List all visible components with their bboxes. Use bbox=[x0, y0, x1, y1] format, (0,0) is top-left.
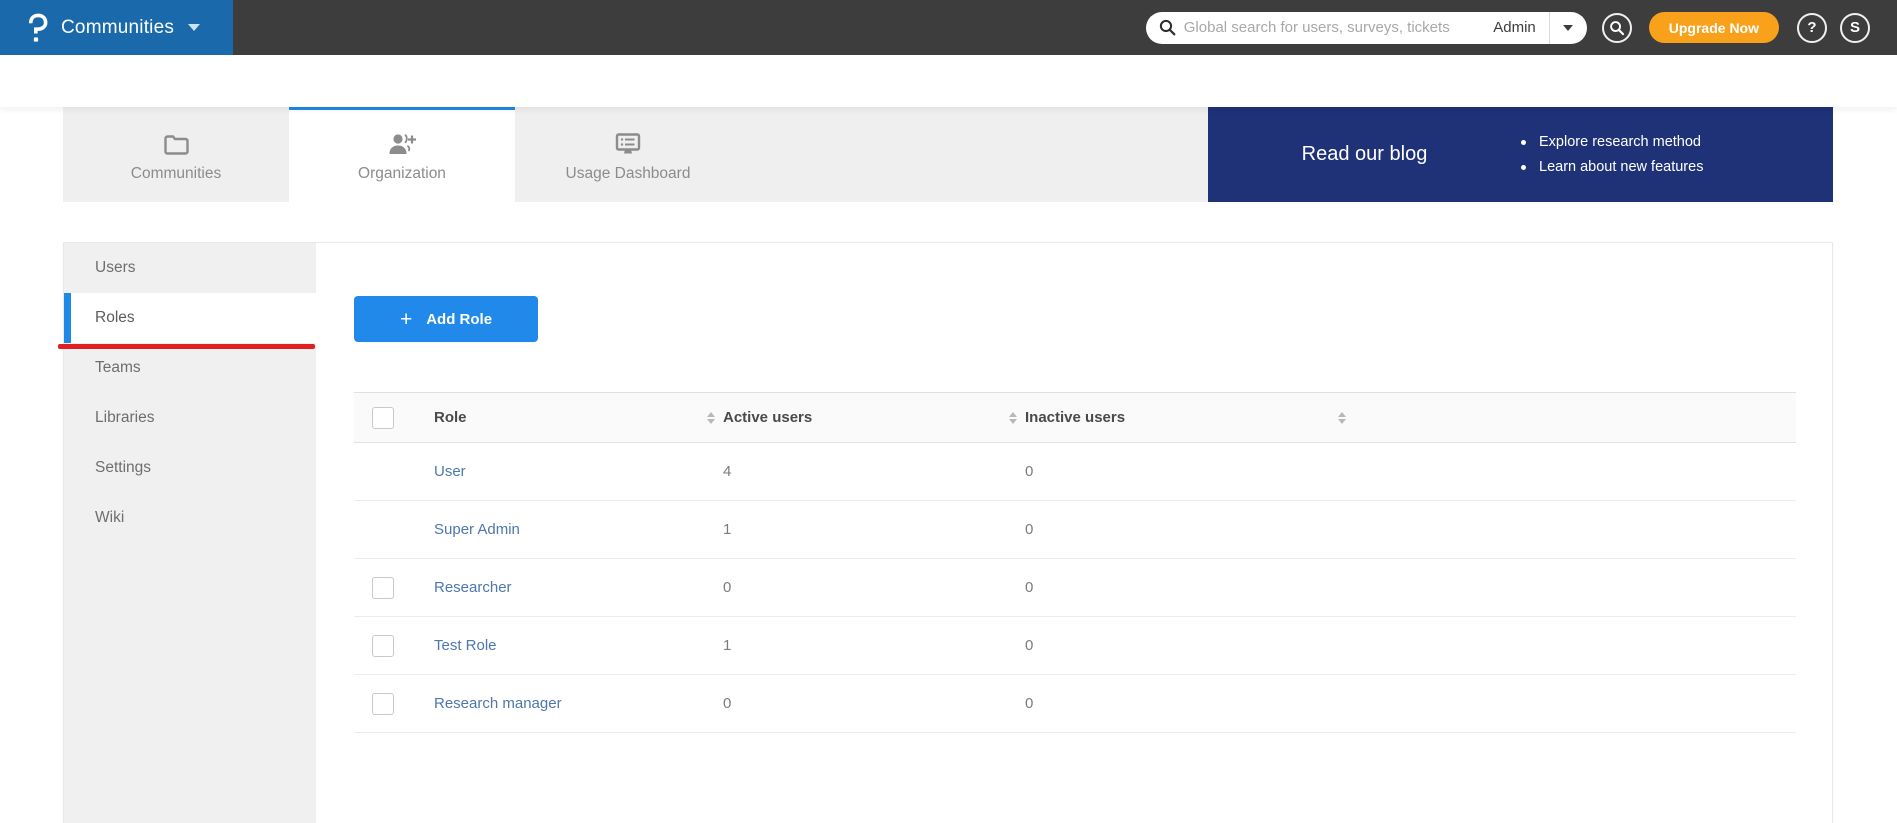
avatar[interactable]: S bbox=[1840, 12, 1870, 43]
active-users-count: 1 bbox=[723, 637, 732, 654]
banner-bullet-list: Explore research method Learn about new … bbox=[1521, 134, 1833, 175]
search-scope-dropdown[interactable] bbox=[1550, 12, 1587, 44]
role-link[interactable]: Researcher bbox=[434, 579, 512, 596]
roles-content: + Add Role Role Active users Inactive us… bbox=[316, 243, 1832, 823]
sidebar-item-label: Teams bbox=[95, 359, 141, 376]
sidebar-item-libraries[interactable]: Libraries bbox=[64, 393, 316, 443]
sidebar-item-users[interactable]: Users bbox=[64, 243, 316, 293]
inactive-users-count: 0 bbox=[1025, 695, 1034, 712]
role-link[interactable]: Test Role bbox=[434, 637, 497, 654]
add-role-button[interactable]: + Add Role bbox=[354, 296, 538, 342]
bullet-dot bbox=[1521, 164, 1526, 170]
bullet-text: Learn about new features bbox=[1539, 159, 1704, 175]
global-search: Admin bbox=[1145, 11, 1587, 44]
sidebar-item-wiki[interactable]: Wiki bbox=[64, 493, 316, 543]
role-link[interactable]: Super Admin bbox=[434, 521, 520, 538]
table-row: Test Role 1 0 bbox=[354, 617, 1796, 675]
sort-icon[interactable] bbox=[707, 411, 715, 424]
tab-communities[interactable]: Communities bbox=[63, 107, 289, 202]
active-users-count: 1 bbox=[723, 521, 732, 538]
table-row: User 4 0 bbox=[354, 443, 1796, 501]
tab-label: Organization bbox=[358, 164, 446, 182]
row-checkbox[interactable] bbox=[372, 576, 394, 599]
sidebar-item-settings[interactable]: Settings bbox=[64, 443, 316, 493]
bullet-text: Explore research method bbox=[1539, 134, 1701, 150]
tab-organization[interactable]: Organization bbox=[289, 107, 515, 202]
column-header-active-users: Active users bbox=[723, 409, 813, 426]
row-checkbox[interactable] bbox=[372, 692, 394, 715]
table-row: Super Admin 1 0 bbox=[354, 501, 1796, 559]
sidebar-item-label: Wiki bbox=[95, 509, 125, 526]
sidebar-item-teams[interactable]: Teams bbox=[64, 343, 316, 393]
search-submit-button[interactable] bbox=[1601, 12, 1632, 43]
banner-bullet: Explore research method bbox=[1521, 134, 1803, 150]
sidebar-item-label: Settings bbox=[95, 459, 152, 476]
settings-sidebar: Users Roles Teams Libraries Settings Wik… bbox=[58, 243, 316, 823]
upgrade-now-button[interactable]: Upgrade Now bbox=[1648, 12, 1779, 43]
brand-communities-dropdown[interactable]: Communities bbox=[0, 0, 233, 55]
dashboard-icon bbox=[614, 130, 642, 156]
brand-logo-icon bbox=[28, 13, 48, 42]
sidebar-item-label: Users bbox=[95, 259, 136, 276]
top-bar: Communities Admin Upgrade Now ? bbox=[0, 0, 1897, 55]
bullet-dot bbox=[1521, 139, 1526, 145]
help-button[interactable]: ? bbox=[1797, 12, 1827, 43]
read-our-blog-link[interactable]: Read our blog bbox=[1208, 143, 1521, 166]
table-row: Researcher 0 0 bbox=[354, 559, 1796, 617]
chevron-down-icon bbox=[1563, 24, 1574, 31]
tab-label: Communities bbox=[130, 164, 222, 182]
tab-usage-dashboard[interactable]: Usage Dashboard bbox=[515, 107, 741, 202]
inactive-users-count: 0 bbox=[1025, 463, 1034, 480]
active-users-count: 4 bbox=[723, 463, 732, 480]
sidebar-item-label: Libraries bbox=[95, 409, 155, 426]
sidebar-item-roles[interactable]: Roles bbox=[64, 293, 316, 343]
table-row: Research manager 0 0 bbox=[354, 675, 1796, 733]
header-strip bbox=[0, 55, 1897, 107]
table-header-row: Role Active users Inactive users bbox=[354, 392, 1796, 443]
folder-icon bbox=[163, 130, 190, 156]
tab-label: Usage Dashboard bbox=[565, 164, 691, 182]
sidebar-item-label: Roles bbox=[95, 309, 135, 326]
brand-label: Communities bbox=[61, 16, 175, 38]
person-add-icon bbox=[387, 130, 417, 156]
role-link[interactable]: User bbox=[434, 463, 466, 480]
annotation-underline bbox=[58, 344, 315, 349]
inactive-users-count: 0 bbox=[1025, 579, 1034, 596]
chevron-down-icon bbox=[188, 24, 201, 31]
blog-banner: Read our blog Explore research method Le… bbox=[1208, 107, 1833, 202]
inactive-users-count: 0 bbox=[1025, 637, 1034, 654]
search-icon bbox=[1609, 20, 1624, 35]
inactive-users-count: 0 bbox=[1025, 521, 1034, 538]
role-link[interactable]: Research manager bbox=[434, 695, 562, 712]
column-header-role: Role bbox=[434, 409, 467, 426]
column-header-inactive-users: Inactive users bbox=[1025, 409, 1126, 426]
roles-table: Role Active users Inactive users User 4 bbox=[354, 392, 1796, 733]
tab-strip: Communities Organization Usage Dashboard bbox=[63, 107, 1208, 202]
select-all-checkbox[interactable] bbox=[372, 406, 394, 429]
sort-icon[interactable] bbox=[1338, 411, 1346, 424]
plus-icon: + bbox=[399, 307, 413, 331]
main-panel: Users Roles Teams Libraries Settings Wik… bbox=[58, 242, 1833, 823]
active-users-count: 0 bbox=[723, 695, 732, 712]
sort-icon[interactable] bbox=[1009, 411, 1017, 424]
add-role-label: Add Role bbox=[426, 310, 493, 328]
search-scope-label: Admin bbox=[1493, 19, 1536, 36]
banner-bullet: Learn about new features bbox=[1521, 159, 1803, 175]
active-users-count: 0 bbox=[723, 579, 732, 596]
search-icon bbox=[1159, 19, 1176, 36]
row-checkbox[interactable] bbox=[372, 634, 394, 657]
global-search-input[interactable] bbox=[1183, 19, 1481, 36]
